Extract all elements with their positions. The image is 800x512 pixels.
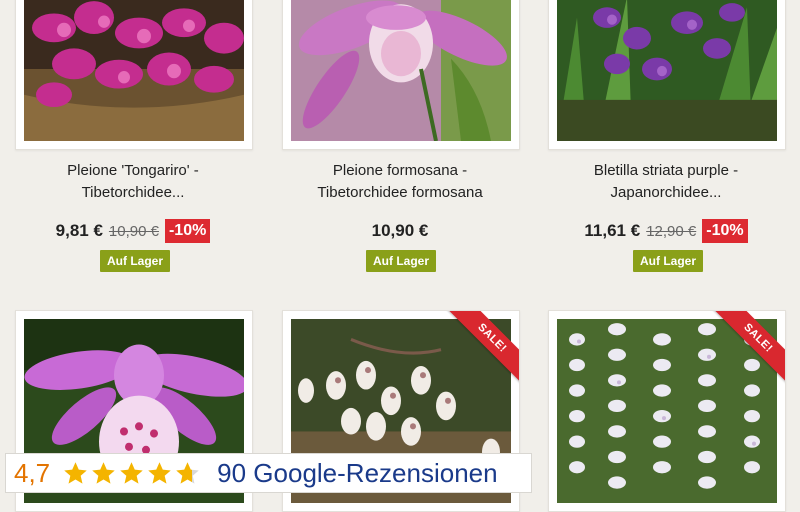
- product-price: 11,61 €: [584, 221, 641, 240]
- product-price-row-2: 10,90 €: [280, 218, 520, 244]
- discount-badge: -10%: [702, 219, 748, 243]
- google-rating-widget[interactable]: 4,7 90 Google-Rezensionen: [5, 453, 532, 493]
- product-price-row-1: 9,81 € 10,90 € -10%: [13, 218, 253, 244]
- product-card-2[interactable]: [282, 0, 520, 150]
- reviews-link[interactable]: 90 Google-Rezensionen: [217, 458, 497, 489]
- stock-badge-1: Auf Lager: [100, 250, 171, 272]
- product-old-price: 10,90 €: [108, 222, 159, 240]
- stock-badge-2: Auf Lager: [366, 250, 437, 272]
- product-title-1[interactable]: Pleione 'Tongariro' - Tibetorchidee...: [13, 160, 253, 204]
- rating-score: 4,7: [14, 457, 51, 488]
- star-icon: [64, 461, 87, 484]
- product-price: 10,90 €: [371, 221, 429, 240]
- product-card-3[interactable]: [548, 0, 786, 150]
- star-icon: [176, 461, 199, 484]
- product-card-1[interactable]: [15, 0, 253, 150]
- discount-badge: -10%: [164, 219, 211, 243]
- star-icon: [148, 461, 171, 484]
- star-icon: [120, 461, 143, 484]
- stock-badge-3: Auf Lager: [633, 250, 704, 272]
- product-title-3[interactable]: Bletilla striata purple - Japanorchidee.…: [546, 160, 786, 204]
- product-image-3[interactable]: [557, 0, 777, 141]
- product-image-6[interactable]: [557, 319, 777, 503]
- product-image-1[interactable]: [24, 0, 244, 141]
- product-image-2[interactable]: [291, 0, 511, 141]
- rating-stars: [62, 460, 201, 487]
- product-price-row-3: 11,61 € 12,90 € -10%: [546, 218, 786, 244]
- star-icon: [92, 461, 115, 484]
- product-price: 9,81 €: [55, 221, 103, 240]
- product-card-6[interactable]: SALE!: [548, 310, 786, 512]
- product-old-price: 12,90 €: [646, 222, 697, 240]
- product-title-2[interactable]: Pleione formosana - Tibetorchidee formos…: [280, 160, 520, 204]
